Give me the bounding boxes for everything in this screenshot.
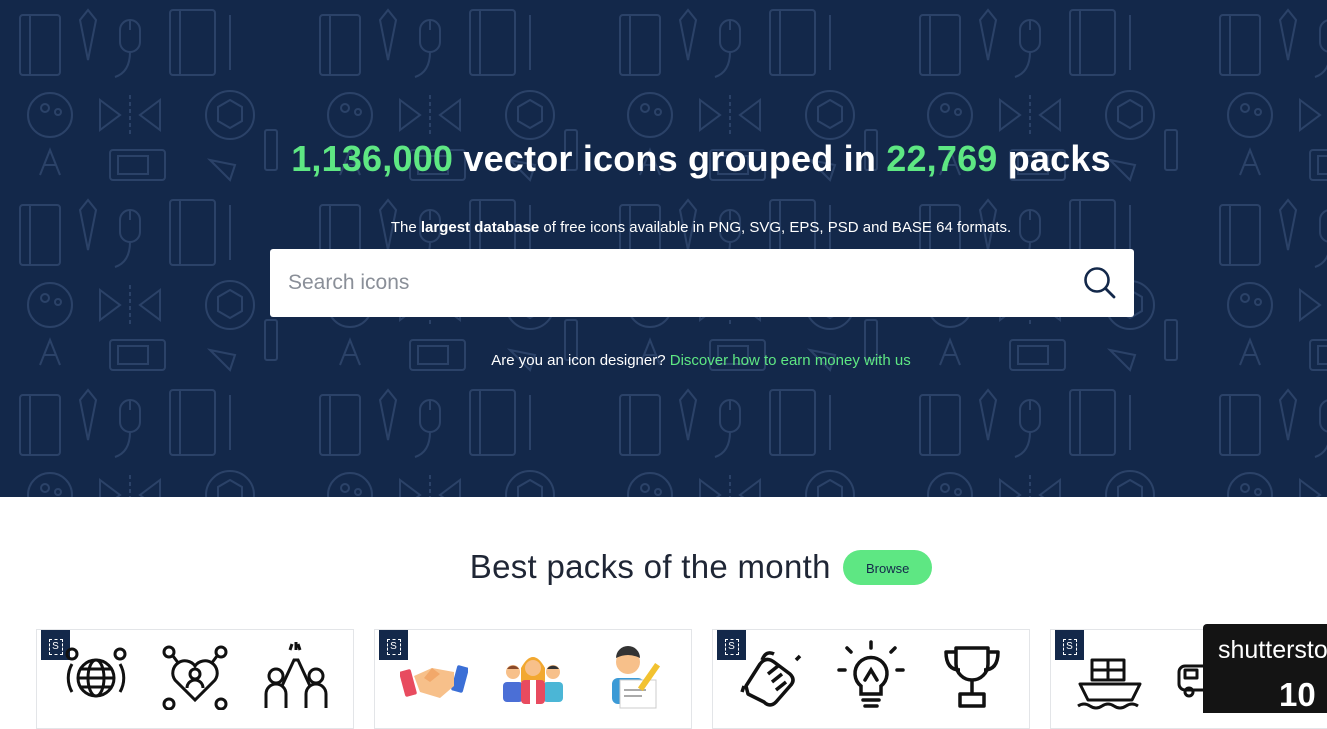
high-five-icon	[264, 642, 328, 708]
pack-card[interactable]: S	[712, 629, 1030, 729]
designer-question: Are you an icon designer?	[491, 352, 670, 369]
cargo-ship-icon	[1077, 658, 1142, 710]
earn-money-link[interactable]: Discover how to earn money with us	[670, 352, 911, 369]
heart-network-icon	[162, 645, 228, 710]
hero-banner: 1,136,000 vector icons grouped in 22,769…	[0, 0, 1327, 497]
search-box	[270, 249, 1134, 317]
pack-card[interactable]: S	[374, 629, 692, 729]
lightbulb-icon	[837, 640, 905, 708]
browse-button[interactable]: Browse	[843, 549, 933, 585]
search-input[interactable]	[270, 249, 1060, 317]
pack-card[interactable]: S	[36, 629, 354, 729]
hero-title-end: packs	[997, 138, 1111, 179]
pack-count: 22,769	[886, 138, 998, 179]
icon-count: 1,136,000	[291, 138, 454, 179]
search-icon	[1084, 267, 1116, 299]
globe-network-icon	[65, 647, 127, 698]
subtitle-post: of free icons available in PNG, SVG, EPS…	[539, 219, 1012, 236]
clasped-hands-icon	[740, 651, 802, 707]
ad-brand: shutterstock	[1218, 636, 1327, 664]
shutterstock-ad[interactable]: shutterstock 10	[1203, 624, 1327, 713]
search-button[interactable]	[1080, 263, 1120, 303]
best-packs-header: Best packs of the month Browse	[0, 548, 1327, 592]
subtitle-pre: The	[390, 219, 421, 236]
signing-document-icon	[612, 646, 661, 709]
designer-promo: Are you an icon designer? Discover how t…	[0, 352, 1327, 369]
business-team-icon	[503, 657, 563, 704]
hero-title: 1,136,000 vector icons grouped in 22,769…	[0, 138, 1327, 180]
handshake-icon	[400, 665, 468, 698]
trophy-icon	[944, 646, 1000, 708]
hero-subtitle: The largest database of free icons avail…	[0, 219, 1327, 236]
subtitle-bold: largest database	[420, 219, 540, 236]
ad-number: 10	[1279, 676, 1316, 713]
section-title: Best packs of the month	[469, 548, 831, 585]
hero-title-mid: vector icons grouped in	[453, 138, 887, 179]
